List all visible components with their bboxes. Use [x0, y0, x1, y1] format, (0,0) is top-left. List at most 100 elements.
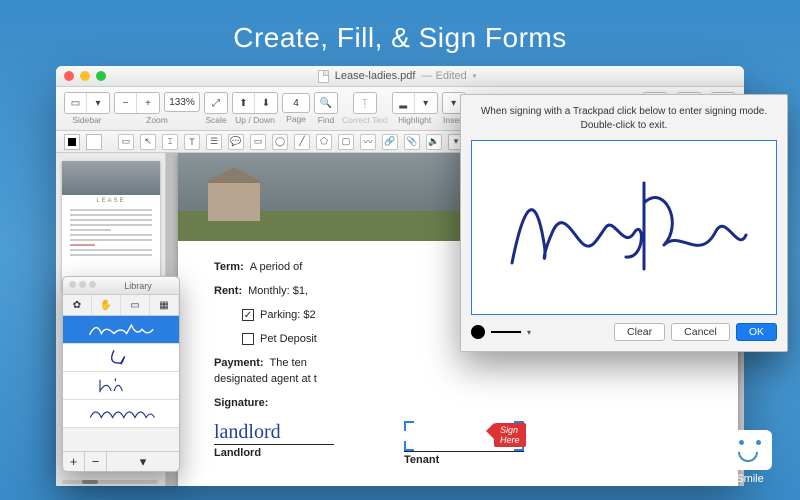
- line-tool[interactable]: ╱: [294, 134, 310, 150]
- find-button[interactable]: 🔍: [315, 93, 337, 113]
- note-tool[interactable]: ☰: [206, 134, 222, 150]
- zoom-label: Zoom: [146, 115, 168, 125]
- brand-logo: Smile: [718, 430, 782, 486]
- text-select-tool[interactable]: 𝙸: [162, 134, 178, 150]
- signature-row: landlord Landlord Sign Here Tenant: [214, 421, 702, 466]
- title-dropdown-icon[interactable]: ▾: [473, 72, 477, 80]
- page-up-button[interactable]: ⬆: [233, 93, 255, 113]
- page-down-button[interactable]: ⬇: [255, 93, 277, 113]
- dialog-instructions: When signing with a Trackpad click below…: [471, 105, 777, 132]
- sign-here-flag: Sign Here: [494, 423, 526, 447]
- tenant-signature-target[interactable]: Sign Here: [404, 421, 524, 451]
- fill-color-well[interactable]: [86, 134, 102, 150]
- zoom-window-button[interactable]: [96, 71, 106, 81]
- edited-indicator: — Edited: [421, 70, 466, 82]
- sidebar-mode-button[interactable]: ▾: [87, 93, 109, 113]
- page-field[interactable]: 4: [282, 93, 310, 113]
- sidebar-icon: ▭: [71, 98, 80, 109]
- correct-text-button[interactable]: Ṯ: [354, 93, 376, 113]
- polygon-tool[interactable]: ⬠: [316, 134, 332, 150]
- signature-canvas[interactable]: [471, 140, 777, 315]
- pen-color-picker[interactable]: [471, 325, 485, 339]
- field-payment: Payment: The ten: [214, 357, 702, 369]
- zoom-group: −+ 133% Zoom: [114, 92, 200, 125]
- cancel-button[interactable]: Cancel: [671, 323, 730, 341]
- window-title: Lease-ladies.pdf — Edited ▾: [106, 70, 688, 83]
- page-label: Page: [286, 114, 306, 124]
- signature-item-2[interactable]: [63, 344, 179, 372]
- sound-tool[interactable]: 🔈: [426, 134, 442, 150]
- page-group: 4 Page: [282, 93, 310, 124]
- tab-shapes[interactable]: ▭: [121, 295, 150, 315]
- comment-tool[interactable]: 💬: [228, 134, 244, 150]
- palette-action-button[interactable]: ▾: [107, 452, 179, 471]
- signature-item-3[interactable]: [63, 372, 179, 400]
- zoom-field[interactable]: 133%: [164, 92, 200, 112]
- oval-tool[interactable]: ◯: [272, 134, 288, 150]
- filename: Lease-ladies.pdf: [335, 70, 416, 82]
- freehand-tool[interactable]: 〰: [360, 134, 376, 150]
- zoom-in-button[interactable]: +: [137, 93, 159, 113]
- sidebar-toggle-button[interactable]: ▭: [65, 93, 87, 113]
- find-group: 🔍 Find: [314, 92, 338, 125]
- highlight-mode-button[interactable]: ▾: [415, 93, 437, 113]
- tab-images[interactable]: ▦: [150, 295, 179, 315]
- thumb-heading: LEASE: [62, 195, 160, 207]
- link-tool[interactable]: 🔗: [382, 134, 398, 150]
- palette-titlebar[interactable]: Library: [63, 277, 179, 295]
- stroke-color-well[interactable]: [64, 134, 80, 150]
- parking-checkbox[interactable]: ✓: [242, 309, 254, 321]
- palette-tabs: ✿ ✋ ▭ ▦: [63, 295, 179, 316]
- close-window-button[interactable]: [64, 71, 74, 81]
- dialog-toolbar: ▾ Clear Cancel OK: [471, 323, 777, 341]
- chevron-down-icon[interactable]: ▾: [527, 328, 531, 337]
- attach-tool[interactable]: 📎: [404, 134, 420, 150]
- rect-tool[interactable]: ▭: [250, 134, 266, 150]
- landlord-signature: landlord: [214, 421, 334, 444]
- tenant-label: Tenant: [404, 454, 439, 466]
- signature-item-1[interactable]: [63, 316, 179, 344]
- library-palette: Library ✿ ✋ ▭ ▦ + − ▾: [62, 276, 180, 472]
- page-thumbnail[interactable]: LEASE 1: [62, 161, 160, 291]
- updown-label: Up / Down: [235, 115, 275, 125]
- tab-signatures[interactable]: ✋: [92, 295, 121, 315]
- tab-stamps[interactable]: ✿: [63, 295, 92, 315]
- signature-item-4[interactable]: [63, 400, 179, 428]
- highlight-group: ▂▾ Highlight: [392, 92, 438, 125]
- signature-capture-dialog: When signing with a Trackpad click below…: [460, 94, 788, 352]
- field-payment-2: designated agent at t: [214, 373, 702, 385]
- pet-deposit-checkbox[interactable]: [242, 333, 254, 345]
- text-tool[interactable]: T: [184, 134, 200, 150]
- palette-title: Library: [103, 281, 173, 291]
- correct-group: Ṯ Correct Text: [342, 92, 388, 125]
- pen-thickness-picker[interactable]: [491, 331, 521, 333]
- palette-add-button[interactable]: +: [63, 452, 85, 471]
- arrow-tool[interactable]: ↖: [140, 134, 156, 150]
- traffic-lights: [64, 71, 106, 81]
- sidebar-scrollbar[interactable]: [62, 480, 158, 484]
- marketing-headline: Create, Fill, & Sign Forms: [0, 0, 800, 68]
- document-icon: [318, 70, 329, 83]
- signature-drawing: [494, 173, 754, 283]
- scale-group: ⤢ Scale: [204, 92, 228, 125]
- scale-button[interactable]: ⤢: [205, 93, 227, 113]
- minimize-window-button[interactable]: [80, 71, 90, 81]
- field-signature-label: Signature:: [214, 397, 702, 409]
- highlight-button[interactable]: ▂: [393, 93, 415, 113]
- clear-button[interactable]: Clear: [614, 323, 665, 341]
- rounded-rect-tool[interactable]: ▢: [338, 134, 354, 150]
- updown-group: ⬆⬇ Up / Down: [232, 92, 278, 125]
- palette-footer: + − ▾: [63, 451, 179, 471]
- find-label: Find: [318, 115, 335, 125]
- select-tool[interactable]: ▭: [118, 134, 134, 150]
- zoom-out-button[interactable]: −: [115, 93, 137, 113]
- sidebar-group: ▭ ▾ Sidebar: [64, 92, 110, 125]
- ok-button[interactable]: OK: [736, 323, 777, 341]
- palette-remove-button[interactable]: −: [85, 452, 107, 471]
- scale-label: Scale: [205, 115, 226, 125]
- palette-list: [63, 316, 179, 451]
- landlord-label: Landlord: [214, 447, 261, 459]
- highlight-label: Highlight: [398, 115, 431, 125]
- sidebar-label: Sidebar: [72, 115, 101, 125]
- window-titlebar: Lease-ladies.pdf — Edited ▾: [56, 66, 744, 87]
